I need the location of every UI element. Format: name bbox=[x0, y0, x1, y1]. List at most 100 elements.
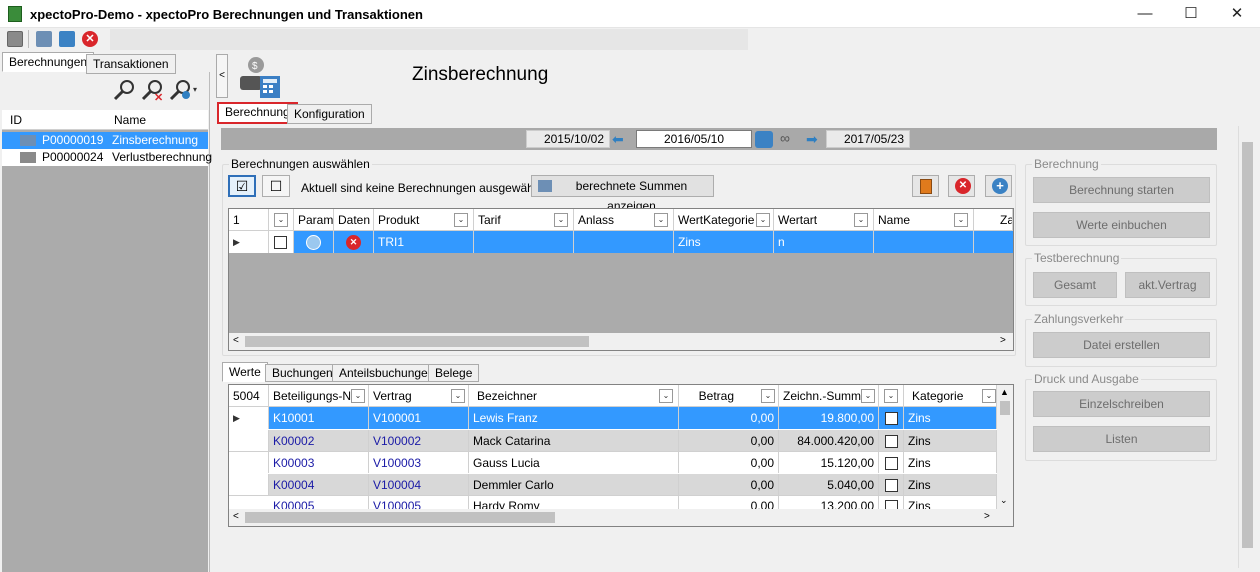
date-to[interactable]: 2017/05/23 bbox=[826, 130, 910, 148]
row-checkbox[interactable] bbox=[879, 496, 904, 509]
dropdown-icon[interactable]: ⌄ bbox=[756, 213, 770, 227]
tab-transaktionen[interactable]: Transaktionen bbox=[86, 54, 176, 74]
dropdown-icon[interactable]: ⌄ bbox=[854, 213, 868, 227]
cell-nr[interactable]: K00003 bbox=[269, 452, 369, 474]
delete-button[interactable]: ✕ bbox=[948, 175, 975, 197]
main-scrollbar[interactable] bbox=[1238, 126, 1255, 568]
close-window-button[interactable]: ✕ bbox=[1214, 0, 1260, 28]
cell-nr[interactable]: K00005 bbox=[269, 496, 369, 509]
tab-berechnung[interactable]: Berechnung bbox=[217, 102, 298, 124]
cell-vertrag[interactable]: V100002 bbox=[369, 430, 469, 452]
table-row[interactable]: K00004 V100004 Demmler Carlo 0,00 5.040,… bbox=[229, 473, 997, 496]
row-checkbox[interactable] bbox=[879, 474, 904, 496]
dropdown-icon[interactable]: ⌄ bbox=[884, 389, 898, 403]
table-row[interactable]: ▶ ✕ TRI1 Zins n bbox=[229, 231, 1013, 253]
grid1-hscroll-thumb[interactable] bbox=[245, 336, 589, 347]
create-file-button[interactable]: Datei erstellen bbox=[1033, 332, 1210, 358]
column-zeichn-summe[interactable]: Zeichn.-Summe ⌄ bbox=[779, 385, 879, 407]
cell-nr[interactable]: K10001 bbox=[269, 407, 369, 429]
table-row[interactable]: K00005 V100005 Hardy Romy 0,00 13.200,00… bbox=[229, 495, 997, 509]
lists-button[interactable]: Listen bbox=[1033, 426, 1210, 452]
date-from[interactable]: 2015/10/02 bbox=[526, 130, 610, 148]
column-beteiligungs-nr[interactable]: Beteiligungs-Nr ⌄ bbox=[269, 385, 369, 407]
tab-werte[interactable]: Werte bbox=[222, 362, 268, 382]
column-id[interactable]: ID bbox=[10, 113, 22, 127]
grid2-hscroll-thumb[interactable] bbox=[245, 512, 555, 523]
dropdown-icon[interactable]: ⌄ bbox=[954, 213, 968, 227]
save-icon[interactable] bbox=[7, 31, 23, 47]
clear-search-icon[interactable]: ✕ bbox=[140, 78, 164, 102]
copy-button[interactable] bbox=[912, 175, 939, 197]
tab-belege[interactable]: Belege bbox=[428, 364, 480, 382]
tab-konfiguration[interactable]: Konfiguration bbox=[287, 104, 372, 124]
grid2-hscrollbar[interactable]: < > bbox=[229, 509, 1013, 526]
arrow-right-icon[interactable]: ➡ bbox=[806, 132, 824, 146]
arrow-left-icon[interactable]: ⬅ bbox=[612, 132, 630, 146]
start-calculation-button[interactable]: Berechnung starten bbox=[1033, 177, 1210, 203]
cell-vertrag[interactable]: V100001 bbox=[369, 407, 469, 429]
grid1-hscrollbar[interactable]: < > bbox=[229, 333, 1013, 350]
search-options-icon[interactable]: ▾ bbox=[168, 78, 202, 102]
infinity-icon[interactable]: ∞ bbox=[780, 130, 790, 146]
calendar-icon[interactable] bbox=[755, 131, 773, 148]
column-betrag[interactable]: Betrag ⌄ bbox=[679, 385, 779, 407]
book-values-button[interactable]: Werte einbuchen bbox=[1033, 212, 1210, 238]
cell-vertrag[interactable]: V100003 bbox=[369, 452, 469, 474]
grid2-vscrollbar[interactable]: ▲ ⌄ bbox=[997, 385, 1013, 509]
column-produkt[interactable]: Produkt ⌄ bbox=[374, 209, 474, 231]
column-bezeichner[interactable]: Bezeichner ⌄ bbox=[469, 385, 679, 407]
column-kategorie[interactable]: Kategorie ⌄ bbox=[904, 385, 997, 407]
row-checkbox[interactable] bbox=[879, 452, 904, 474]
cell-nr[interactable]: K00004 bbox=[269, 474, 369, 496]
calc-users-icon[interactable] bbox=[36, 31, 52, 47]
list-item[interactable]: P00000024 Verlustberechnung bbox=[2, 149, 212, 166]
test-total-button[interactable]: Gesamt bbox=[1033, 272, 1117, 298]
select-all-button[interactable]: ☑ bbox=[228, 175, 256, 197]
column-daten[interactable]: Daten bbox=[334, 209, 374, 231]
dropdown-icon[interactable]: ⌄ bbox=[454, 213, 468, 227]
add-button[interactable]: + bbox=[985, 175, 1012, 197]
dropdown-icon[interactable]: ⌄ bbox=[761, 389, 775, 403]
dropdown-icon[interactable]: ⌄ bbox=[982, 389, 996, 403]
cell-nr[interactable]: K00002 bbox=[269, 430, 369, 452]
dropdown-icon[interactable]: ⌄ bbox=[351, 389, 365, 403]
minimize-button[interactable]: — bbox=[1122, 0, 1168, 28]
param-icon[interactable] bbox=[294, 231, 334, 253]
data-error-icon[interactable]: ✕ bbox=[334, 231, 374, 253]
date-current[interactable]: 2016/05/10 bbox=[636, 130, 752, 148]
search-icon[interactable] bbox=[112, 78, 136, 102]
transfer-icon[interactable] bbox=[59, 31, 75, 47]
row-checkbox[interactable] bbox=[879, 407, 904, 429]
list-item[interactable]: P00000019 Zinsberechnung bbox=[2, 132, 208, 149]
collapse-button[interactable]: < bbox=[216, 54, 228, 98]
row-checkbox[interactable] bbox=[879, 430, 904, 452]
column-param[interactable]: Param bbox=[294, 209, 334, 231]
test-contract-button[interactable]: akt.Vertrag bbox=[1125, 272, 1210, 298]
dropdown-icon[interactable]: ⌄ bbox=[451, 389, 465, 403]
tab-anteilsbuchungen[interactable]: Anteilsbuchungen bbox=[332, 364, 442, 382]
filter-header[interactable]: ⌄ bbox=[879, 385, 904, 407]
row-checkbox[interactable] bbox=[269, 231, 294, 253]
column-vertrag[interactable]: Vertrag ⌄ bbox=[369, 385, 469, 407]
column-name[interactable]: Name ⌄ bbox=[874, 209, 974, 231]
column-wertkategorie[interactable]: WertKategorie ⌄ bbox=[674, 209, 774, 231]
column-tarif[interactable]: Tarif ⌄ bbox=[474, 209, 574, 231]
deselect-all-button[interactable]: ☐ bbox=[262, 175, 290, 197]
table-row[interactable]: K00002 V100002 Mack Catarina 0,00 84.000… bbox=[229, 429, 997, 452]
cell-vertrag[interactable]: V100004 bbox=[369, 474, 469, 496]
show-sums-button[interactable]: berechnete Summen anzeigen bbox=[531, 175, 714, 213]
dropdown-icon[interactable]: ⌄ bbox=[659, 389, 673, 403]
column-anlass[interactable]: Anlass ⌄ bbox=[574, 209, 674, 231]
tab-buchungen[interactable]: Buchungen bbox=[265, 364, 340, 382]
dropdown-icon[interactable]: ⌄ bbox=[654, 213, 668, 227]
table-row[interactable]: K00003 V100003 Gauss Lucia 0,00 15.120,0… bbox=[229, 451, 997, 474]
column-wertart[interactable]: Wertart ⌄ bbox=[774, 209, 874, 231]
tab-berechnungen[interactable]: Berechnungen bbox=[2, 52, 95, 72]
cell-vertrag[interactable]: V100005 bbox=[369, 496, 469, 509]
single-letter-button[interactable]: Einzelschreiben bbox=[1033, 391, 1210, 417]
filter-header[interactable]: ⌄ bbox=[269, 209, 294, 231]
dropdown-icon[interactable]: ⌄ bbox=[554, 213, 568, 227]
dropdown-icon[interactable]: ⌄ bbox=[274, 213, 288, 227]
table-row[interactable]: ▶ K10001 V100001 Lewis Franz 0,00 19.800… bbox=[229, 407, 997, 429]
column-name[interactable]: Name bbox=[114, 113, 146, 127]
